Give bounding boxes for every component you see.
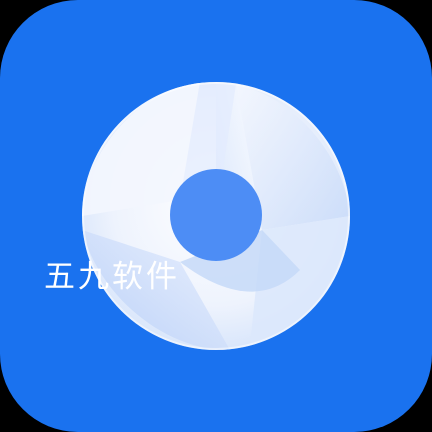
app-icon[interactable]: 五九软件 (0, 0, 432, 432)
logo-center-dot (170, 169, 262, 261)
browser-aperture-logo-icon (82, 82, 350, 350)
watermark-text: 五九软件 (44, 259, 180, 295)
